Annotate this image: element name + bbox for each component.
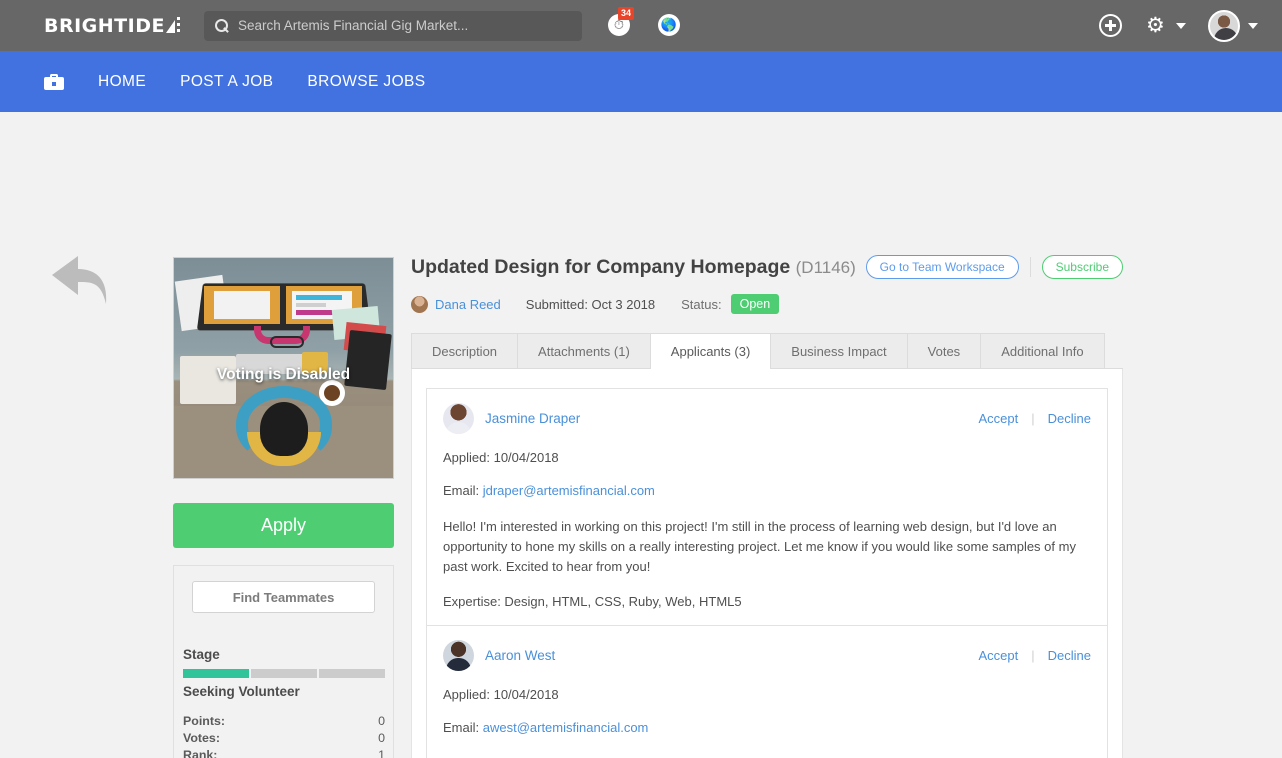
profile-chevron-down-icon[interactable] (1248, 22, 1258, 29)
tab-applicants[interactable]: Applicants (3) (649, 333, 772, 369)
accept-link[interactable]: Accept (979, 403, 1019, 434)
stat-key: Points: (183, 714, 225, 728)
applicant-header: Jasmine Draper Accept | Decline (443, 403, 1091, 434)
stage-segment-3 (319, 669, 385, 678)
main-content: Updated Design for Company Homepage (D11… (411, 255, 1123, 758)
stage-name-label: Seeking Volunteer (183, 684, 300, 699)
title-actions-divider (1029, 257, 1031, 277)
find-teammates-button[interactable]: Find Teammates (192, 581, 375, 613)
briefcase-icon[interactable] (44, 73, 64, 90)
page-body: Voting is Disabled Apply Find Teammates … (0, 112, 1282, 758)
submission-id: (D1146) (795, 257, 856, 277)
stage-segment-1 (183, 669, 249, 678)
search-icon (214, 18, 230, 34)
back-arrow-icon[interactable] (48, 252, 116, 312)
accept-link[interactable]: Accept (979, 640, 1019, 671)
globe-button[interactable]: 🌎 (657, 13, 682, 38)
status-label: Status: (681, 296, 722, 312)
top-header: BRIGHTIDE ⏱ 34 🌎 ⚙ (0, 0, 1282, 51)
stat-value: 0 (378, 714, 385, 728)
applicant-item: Aaron West Accept | Decline Applied: 10/… (426, 625, 1108, 758)
applicant-expertise: Expertise: Design, HTML, CSS, Ruby, Web,… (443, 594, 742, 609)
header-right-tools: ⚙ (1099, 9, 1258, 42)
tab-description[interactable]: Description (411, 333, 519, 368)
email-link[interactable]: awest@artemisfinancial.com (483, 720, 649, 735)
tab-additional-info[interactable]: Additional Info (980, 333, 1105, 368)
stat-key: Votes: (183, 731, 220, 745)
logo-dots-icon (176, 16, 180, 35)
sidebar: Voting is Disabled Apply Find Teammates … (173, 257, 394, 758)
applicant-actions: Accept | Decline (979, 640, 1092, 671)
stat-value: 1 (378, 748, 385, 758)
title-row: Updated Design for Company Homepage (D11… (411, 255, 1123, 279)
voting-disabled-label: Voting is Disabled (216, 366, 351, 383)
stage-progress-bar (183, 669, 385, 678)
settings-gear-icon[interactable]: ⚙ (1146, 14, 1168, 37)
user-avatar[interactable] (1208, 9, 1240, 42)
applicant-actions: Accept | Decline (979, 403, 1092, 434)
stat-value: 0 (378, 731, 385, 745)
tab-attachments[interactable]: Attachments (1) (517, 333, 651, 368)
applicant-avatar (443, 640, 474, 671)
globe-icon: 🌎 (657, 13, 680, 36)
notification-count-badge: 34 (617, 6, 634, 20)
action-separator: | (1031, 411, 1035, 426)
action-separator: | (1031, 648, 1035, 663)
applicant-avatar (443, 403, 474, 434)
stage-heading: Stage (183, 647, 220, 662)
email-label: Email: (443, 720, 483, 735)
applicants-panel: Jasmine Draper Accept | Decline Applied:… (411, 369, 1123, 758)
email-link[interactable]: jdraper@artemisfinancial.com (483, 483, 655, 498)
stage-segment-2 (251, 669, 317, 678)
add-new-button[interactable] (1099, 14, 1122, 37)
applicant-applied-date: Applied: 10/04/2018 (443, 687, 559, 702)
search-input[interactable] (237, 18, 572, 33)
email-label: Email: (443, 483, 483, 498)
search-box[interactable] (203, 10, 582, 41)
brightidea-logo[interactable]: BRIGHTIDE (44, 15, 180, 37)
main-navigation: HOME POST A JOB BROWSE JOBS (0, 51, 1282, 112)
status-badge: Open (730, 294, 780, 314)
logo-mark-icon (165, 20, 175, 33)
applicant-email-row: Email: awest@artemisfinancial.com (443, 718, 1091, 737)
apply-button[interactable]: Apply (173, 503, 394, 548)
submission-thumbnail[interactable]: Voting is Disabled (173, 257, 394, 479)
tab-votes[interactable]: Votes (906, 333, 982, 368)
applicant-message: I'd love to work on this project! I've d… (443, 754, 1091, 758)
page-title-text: Updated Design for Company Homepage (411, 255, 791, 278)
settings-chevron-down-icon[interactable] (1176, 22, 1186, 29)
nav-item-home[interactable]: HOME (98, 73, 146, 91)
subscribe-button[interactable]: Subscribe (1041, 255, 1123, 279)
go-to-team-workspace-button[interactable]: Go to Team Workspace (865, 255, 1019, 279)
applicant-name-link[interactable]: Aaron West (485, 640, 555, 671)
stat-key: Rank: (183, 748, 218, 758)
applicant-item: Jasmine Draper Accept | Decline Applied:… (426, 388, 1108, 626)
title-actions: Go to Team Workspace Subscribe (865, 255, 1123, 279)
nav-item-post-a-job[interactable]: POST A JOB (180, 73, 273, 91)
logo-text: BRIGHTIDE (44, 14, 165, 37)
submission-meta: Dana Reed Submitted: Oct 3 2018 Status: … (411, 294, 1123, 314)
tab-bar: Description Attachments (1) Applicants (… (411, 333, 1123, 369)
author-link[interactable]: Dana Reed (435, 297, 501, 312)
author-avatar (411, 295, 428, 313)
nav-item-browse-jobs[interactable]: BROWSE JOBS (307, 73, 425, 91)
tab-business-impact[interactable]: Business Impact (770, 333, 908, 368)
stats-list: Points:0 Votes:0 Rank:1 Unique Views:6 T… (183, 713, 385, 758)
submitted-date: Submitted: Oct 3 2018 (525, 296, 656, 312)
notifications-button[interactable]: ⏱ 34 (607, 6, 634, 38)
page-title: Updated Design for Company Homepage (D11… (411, 256, 856, 279)
applicant-email-row: Email: jdraper@artemisfinancial.com (443, 481, 1091, 500)
decline-link[interactable]: Decline (1048, 403, 1091, 434)
applicant-header: Aaron West Accept | Decline (443, 640, 1091, 671)
applicant-applied-date: Applied: 10/04/2018 (443, 450, 559, 465)
stat-row: Rank: 1 (183, 747, 385, 758)
applicant-name-link[interactable]: Jasmine Draper (485, 403, 580, 434)
applicant-message: Hello! I'm interested in working on this… (443, 519, 1076, 574)
sidebar-info-card: Find Teammates Stage Seeking Volunteer P… (173, 565, 394, 758)
stat-row: Votes: 0 (183, 730, 385, 747)
stat-row: Points: 0 (183, 713, 385, 730)
decline-link[interactable]: Decline (1048, 640, 1091, 671)
